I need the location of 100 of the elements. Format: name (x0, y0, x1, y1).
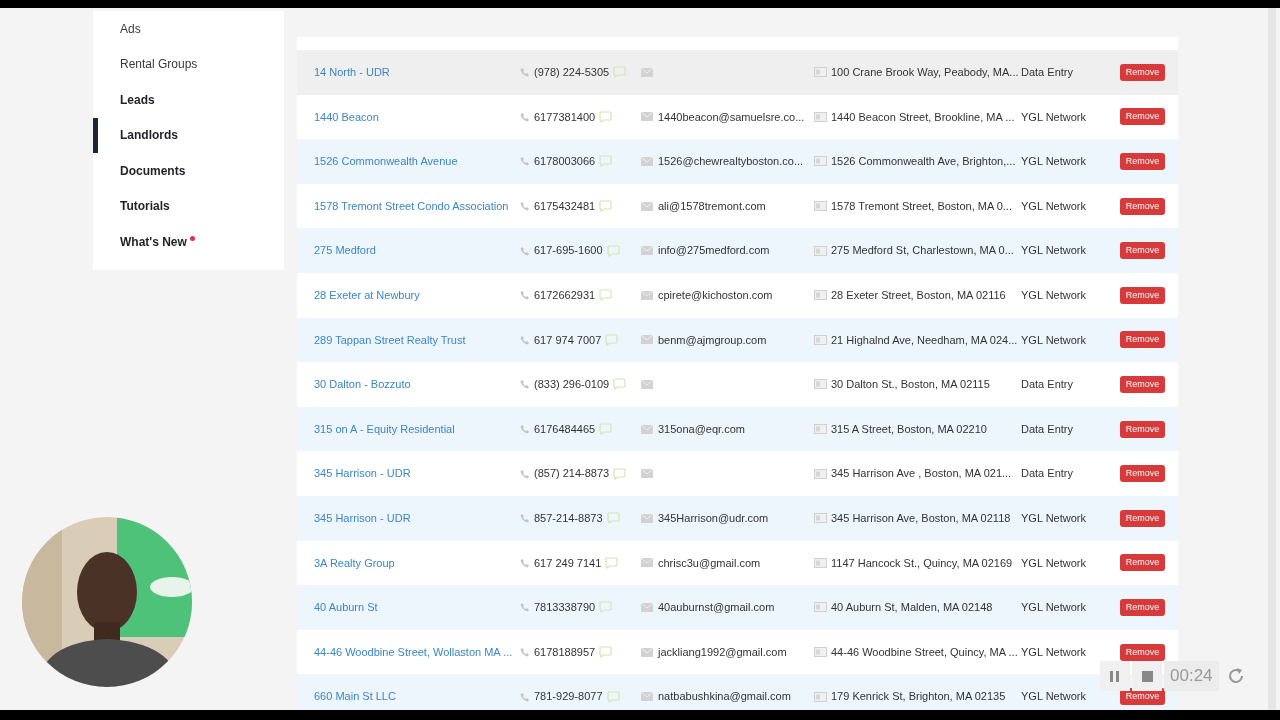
landlord-link[interactable]: 275 Medford (314, 244, 376, 257)
table-row[interactable]: 345 Harrison - UDR 857-214-8873 345Harrison@udr.com 345 Harrison Ave, Boston, MA 02118 YGL Network Remove (297, 495, 1178, 541)
chat-bubble-icon (613, 467, 627, 480)
mail-icon (641, 157, 653, 166)
address: 28 Exeter Street, Boston, MA 02116 (831, 288, 1006, 303)
source-label: YGL Network (1021, 556, 1086, 569)
source-label: YGL Network (1021, 333, 1086, 346)
remove-button[interactable]: Remove (1120, 420, 1165, 438)
source-label: YGL Network (1021, 289, 1086, 301)
email-address: 1440beacon@samuelsre.co... (658, 109, 805, 125)
email-address: 40auburnst@gmail.com (658, 600, 775, 616)
table-row[interactable]: 1526 Commonwealth Avenue 6178003066 1526@chewrealtyboston.co... 1526 Commonwealth Ave, Brighton,... YGL Network Remove (297, 139, 1178, 184)
landlord-link[interactable]: 1578 Tremont Street Condo Association (314, 199, 509, 212)
landlord-link[interactable]: 28 Exeter at Newbury (314, 289, 420, 301)
phone-number: (978) 224-5305 (534, 65, 610, 81)
pause-icon (1110, 670, 1120, 682)
phone-number: 6178188957 (534, 644, 596, 660)
remove-button[interactable]: Remove (1120, 63, 1165, 81)
landlord-link[interactable]: 660 Main St LLC (314, 690, 396, 703)
landlord-link[interactable]: 40 Auburn St (314, 601, 378, 614)
chat-bubble-icon (599, 423, 613, 436)
address: 345 Harrison Ave, Boston, MA 02118 (831, 511, 1011, 526)
sidebar-item[interactable]: Documents (93, 153, 284, 189)
landlord-link[interactable]: 14 North - UDR (314, 66, 390, 79)
table-row[interactable]: 28 Exeter at Newbury 6172662931 cpirete@kichoston.com 28 Exeter Street, Boston, MA 02116 YGL Network Remove (297, 272, 1178, 318)
sidebar-item[interactable]: What's New (93, 224, 284, 260)
phone-icon (520, 513, 530, 524)
remove-button[interactable]: Remove (1120, 242, 1165, 260)
address: 345 Harrison Ave , Boston, MA 021... (831, 466, 1012, 482)
sidebar-item[interactable]: Tutorials (93, 188, 284, 224)
chat-bubble-icon (599, 110, 613, 123)
phone-icon (520, 111, 530, 122)
remove-button[interactable]: Remove (1120, 509, 1165, 527)
address: 30 Dalton St., Boston, MA 02115 (831, 377, 990, 393)
landlord-link[interactable]: 345 Harrison - UDR (314, 467, 411, 480)
mail-icon (641, 469, 653, 479)
landlord-link[interactable]: 3A Realty Group (314, 556, 395, 569)
address-card-icon (814, 602, 827, 613)
pause-button[interactable] (1100, 661, 1130, 691)
address-card-icon (814, 557, 827, 568)
source-label: Data Entry (1021, 422, 1073, 435)
mail-icon (641, 647, 653, 657)
table-row[interactable]: 289 Tappan Street Realty Trust 617 974 7007 benm@ajmgroup.com 21 Highalnd Ave, Needham, MA 024... YGL Network Remove (297, 317, 1178, 363)
remove-button[interactable]: Remove (1120, 197, 1165, 215)
address: 275 Medford St, Charlestown, MA 0... (831, 243, 1014, 259)
stop-icon (1141, 670, 1153, 682)
sidebar-item[interactable]: Ads (93, 11, 284, 47)
table-row[interactable]: 345 Harrison - UDR (857) 214-8873 345 Harrison Ave , Boston, MA 021... Data Entry Remove (297, 451, 1178, 496)
address-card-icon (814, 379, 827, 390)
remove-button[interactable]: Remove (1120, 108, 1165, 126)
phone-icon (520, 424, 530, 435)
table-row[interactable]: 30 Dalton - Bozzuto (833) 296-0109 30 Dalton St., Boston, MA 02115 Data Entry Remove (297, 362, 1178, 407)
landlord-link[interactable]: 289 Tappan Street Realty Trust (314, 333, 466, 346)
landlord-link[interactable]: 44-46 Woodbine Street, Wollaston MA ... (314, 645, 513, 658)
remove-button[interactable]: Remove (1120, 331, 1165, 349)
table-row[interactable]: 1578 Tremont Street Condo Association 6175432481 ali@1578tremont.com 1578 Tremont Street, Boston, MA 0... YGL Network Remove (297, 183, 1178, 229)
table-row[interactable]: 315 on A - Equity Residential 6176484465 315ona@eqr.com 315 A Street, Boston, MA 02210 Data Entry Remove (297, 406, 1178, 452)
mail-icon (641, 67, 653, 77)
address: 44-46 Woodbine Street, Quincy, MA ... (831, 644, 1018, 660)
table-row[interactable]: 14 North - UDR (978) 224-5305 100 Crane Brook Way, Peabody, MA... Data Entry Remove (297, 50, 1178, 95)
mail-icon (641, 513, 653, 523)
source-label: Data Entry (1021, 378, 1073, 391)
email-address: 1526@chewrealtyboston.co... (658, 154, 804, 170)
address: 100 Crane Brook Way, Peabody, MA... (831, 65, 1019, 81)
address-card-icon (814, 156, 827, 167)
table-row[interactable]: 275 Medford 617-695-1600 info@275medford.com 275 Medford St, Charlestown, MA 0... YGL Network Remove (297, 228, 1178, 273)
source-label: YGL Network (1021, 512, 1086, 524)
scrollbar[interactable] (1268, 8, 1276, 710)
phone-icon (520, 602, 530, 613)
address: 1578 Tremont Street, Boston, MA 0... (831, 198, 1012, 214)
address-card-icon (814, 424, 827, 435)
email-address: benm@ajmgroup.com (658, 332, 767, 348)
table-row[interactable]: 3A Realty Group 617 249 7141 chrisc3u@gmail.com 1147 Hancock St., Quincy, MA 02169 YGL Network Remove (297, 540, 1178, 586)
remove-button[interactable]: Remove (1120, 554, 1165, 572)
mail-icon (641, 201, 653, 211)
phone-icon (520, 201, 530, 212)
address: 179 Kenrick St, Brighton, MA 02135 (831, 689, 1006, 705)
source-label: YGL Network (1021, 155, 1086, 168)
table-row[interactable]: 1440 Beacon 6177381400 1440beacon@samuelsre.co... 1440 Beacon Street, Brookline, MA ... YGL Network Remove (297, 94, 1178, 140)
landlord-link[interactable]: 345 Harrison - UDR (314, 512, 411, 524)
phone-number: 617-695-1600 (534, 243, 603, 259)
remove-button[interactable]: Remove (1120, 153, 1165, 170)
sidebar-item[interactable]: Landlords (93, 117, 284, 153)
sidebar-item[interactable]: Leads (93, 82, 284, 118)
remove-button[interactable]: Remove (1120, 375, 1165, 393)
remove-button[interactable]: Remove (1120, 598, 1165, 616)
phone-icon (520, 290, 530, 301)
landlord-link[interactable]: 315 on A - Equity Residential (314, 422, 455, 435)
remove-button[interactable]: Remove (1120, 465, 1165, 483)
sidebar-item[interactable]: Rental Groups (93, 46, 284, 82)
remove-button[interactable]: Remove (1120, 286, 1165, 304)
chat-bubble-icon (605, 333, 619, 346)
landlord-link[interactable]: 1526 Commonwealth Avenue (314, 155, 458, 168)
table-row[interactable]: 40 Auburn St 7813338790 40auburnst@gmail.com 40 Auburn St, Malden, MA 02148 YGL Network Remove (297, 585, 1178, 630)
remove-button[interactable]: Remove (1120, 643, 1165, 661)
stop-button[interactable] (1132, 661, 1162, 691)
landlord-link[interactable]: 30 Dalton - Bozzuto (314, 378, 411, 391)
landlord-link[interactable]: 1440 Beacon (314, 110, 379, 123)
phone-icon (520, 334, 530, 345)
phone-number: 6172662931 (534, 288, 596, 303)
